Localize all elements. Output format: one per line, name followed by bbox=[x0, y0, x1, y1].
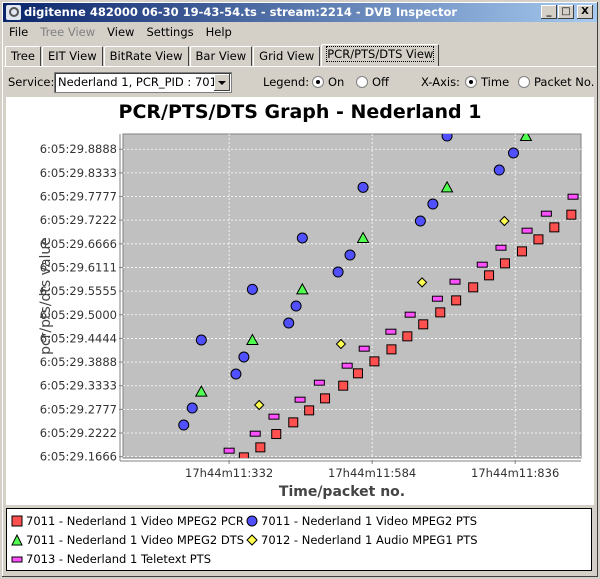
point-circle bbox=[414, 215, 426, 227]
point-circle bbox=[357, 181, 369, 193]
point-square bbox=[418, 319, 429, 330]
point-square bbox=[549, 222, 560, 233]
point-square bbox=[499, 258, 510, 269]
point-circle bbox=[427, 198, 439, 210]
red-square-icon bbox=[11, 515, 23, 527]
x-axis-title: Time/packet no. bbox=[279, 484, 405, 500]
point-rect bbox=[540, 210, 552, 217]
y-tick-label: 6:05:29.7222 bbox=[40, 213, 117, 227]
point-rect bbox=[249, 430, 261, 437]
point-rect bbox=[223, 447, 235, 454]
point-circle bbox=[238, 351, 250, 363]
y-tick-label: 6:05:29.2222 bbox=[40, 426, 117, 440]
y-tick-label: 6:05:29.7777 bbox=[40, 190, 117, 204]
point-square bbox=[533, 234, 544, 245]
point-square bbox=[468, 282, 479, 293]
chart-legend: 7011 - Nederland 1 Video MPEG2 PCR 7011 … bbox=[6, 508, 592, 571]
point-square bbox=[451, 295, 462, 306]
point-square bbox=[566, 209, 577, 220]
point-rect bbox=[495, 244, 507, 251]
pink-rect-icon bbox=[11, 556, 23, 563]
legend-item-teletext-pts: 7013 - Nederland 1 Teletext PTS bbox=[11, 552, 211, 566]
point-square bbox=[338, 380, 349, 391]
point-rect bbox=[385, 328, 397, 335]
point-rect bbox=[476, 261, 488, 268]
y-tick-label: 6:05:29.3888 bbox=[40, 355, 117, 369]
point-square bbox=[435, 307, 446, 318]
point-circle bbox=[507, 147, 519, 159]
point-rect bbox=[313, 379, 325, 386]
point-circle bbox=[186, 402, 198, 414]
point-circle bbox=[230, 368, 242, 380]
legend-label: 7011 - Nederland 1 Video MPEG2 PTS bbox=[261, 514, 478, 528]
point-circle bbox=[332, 266, 344, 278]
y-axis-title: pcr/pts/dts value bbox=[38, 237, 54, 355]
point-rect bbox=[404, 311, 416, 318]
point-square bbox=[320, 393, 331, 404]
point-square bbox=[484, 270, 495, 281]
point-circle bbox=[283, 317, 295, 329]
legend-label: 7012 - Nederland 1 Audio MPEG1 PTS bbox=[261, 533, 478, 547]
point-circle bbox=[290, 300, 302, 312]
legend-label: 7011 - Nederland 1 Video MPEG2 PCR bbox=[26, 514, 244, 528]
y-tick-label: 6:05:29.8333 bbox=[40, 166, 117, 180]
x-tick-label: 17h44m11:332 bbox=[185, 466, 273, 480]
point-square bbox=[369, 356, 380, 367]
y-tick-label: 6:05:29.3333 bbox=[40, 379, 117, 393]
legend-item-dts: 7011 - Nederland 1 Video MPEG2 DTS bbox=[11, 533, 244, 547]
point-circle bbox=[296, 232, 308, 244]
legend-item-video-pts: 7011 - Nederland 1 Video MPEG2 PTS bbox=[246, 514, 477, 528]
point-rect bbox=[294, 396, 306, 403]
legend-item-pcr: 7011 - Nederland 1 Video MPEG2 PCR bbox=[11, 514, 244, 528]
y-tick-label: 6:05:29.2777 bbox=[40, 402, 117, 416]
point-rect bbox=[567, 193, 579, 200]
point-rect bbox=[358, 345, 370, 352]
legend-label: 7013 - Nederland 1 Teletext PTS bbox=[26, 552, 211, 566]
yellow-diamond-icon bbox=[246, 534, 258, 546]
point-square bbox=[402, 331, 413, 342]
point-square bbox=[352, 368, 363, 379]
point-rect bbox=[449, 278, 461, 285]
point-square bbox=[255, 442, 266, 453]
point-rect bbox=[341, 362, 353, 369]
blue-circle-icon bbox=[246, 515, 258, 527]
point-circle bbox=[441, 134, 453, 142]
point-square bbox=[271, 429, 282, 440]
green-triangle-icon bbox=[11, 533, 23, 546]
legend-item-audio-pts: 7012 - Nederland 1 Audio MPEG1 PTS bbox=[246, 533, 478, 547]
point-square bbox=[386, 344, 397, 355]
y-tick-label: 6:05:29.8888 bbox=[40, 142, 117, 156]
x-tick-label: 17h44m11:584 bbox=[328, 466, 416, 480]
point-rect bbox=[521, 227, 533, 234]
point-rect bbox=[268, 413, 280, 420]
point-circle bbox=[246, 283, 258, 295]
point-square bbox=[304, 405, 315, 416]
point-circle bbox=[178, 419, 190, 431]
y-tick-label: 6:05:29.1666 bbox=[40, 450, 117, 464]
point-square bbox=[288, 417, 299, 428]
point-circle bbox=[493, 164, 505, 176]
point-rect bbox=[431, 295, 443, 302]
point-square bbox=[516, 246, 527, 257]
point-circle bbox=[195, 334, 207, 346]
point-circle bbox=[344, 249, 356, 261]
legend-label: 7011 - Nederland 1 Video MPEG2 DTS bbox=[26, 533, 245, 547]
x-tick-label: 17h44m11:836 bbox=[471, 466, 559, 480]
scatter-chart: 6:05:29.1666 6:05:29.2222 6:05:29.2777 6:05… bbox=[38, 133, 582, 500]
